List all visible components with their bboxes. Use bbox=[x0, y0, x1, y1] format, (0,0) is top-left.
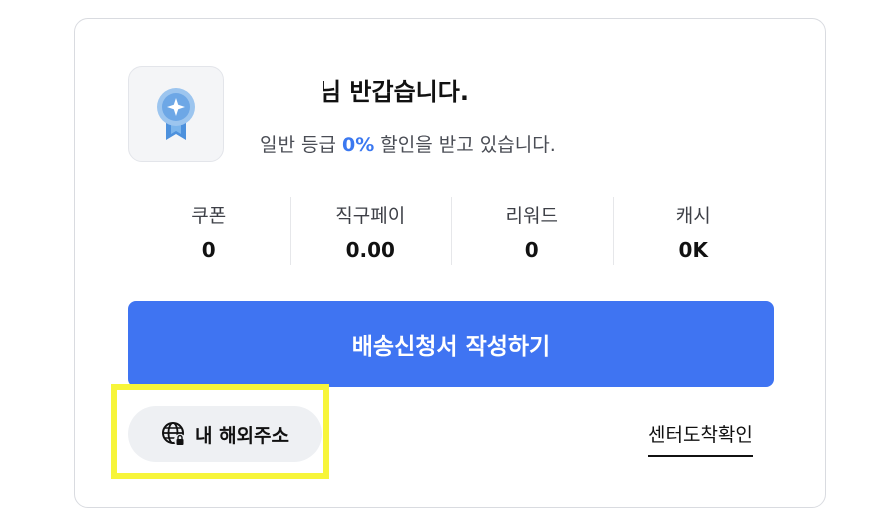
stat-label: 직구페이 bbox=[335, 204, 406, 227]
greeting-title: 님 반갑습니다. bbox=[319, 78, 469, 106]
grade-percent: 0% bbox=[342, 134, 375, 156]
grade-info: 일반 등급 0% 할인을 받고 있습니다. bbox=[260, 130, 556, 157]
stat-value: 0K bbox=[678, 237, 708, 262]
grade-badge bbox=[128, 66, 224, 162]
stat-value: 0 bbox=[524, 237, 539, 262]
create-shipping-request-button[interactable]: 배송신청서 작성하기 bbox=[128, 301, 774, 387]
stat-reward[interactable]: 리워드 0 bbox=[451, 195, 613, 267]
my-overseas-address-button[interactable]: 내 해외주소 bbox=[128, 406, 322, 462]
membership-card: 님 반갑습니다. 일반 등급 0% 할인을 받고 있습니다. 쿠폰 0 직구페이… bbox=[74, 18, 826, 508]
grade-suffix: 할인을 받고 있습니다. bbox=[374, 134, 556, 156]
stat-value: 0 bbox=[201, 237, 216, 262]
stat-pay[interactable]: 직구페이 0.00 bbox=[289, 195, 452, 267]
stat-label: 리워드 bbox=[505, 204, 558, 227]
globe-lock-icon bbox=[161, 422, 186, 446]
medal-ribbon-icon bbox=[157, 88, 195, 140]
greeting-mask bbox=[319, 75, 323, 101]
stats-row: 쿠폰 0 직구페이 0.00 리워드 0 캐시 0K bbox=[128, 195, 774, 267]
center-arrival-check-link[interactable]: 센터도착확인 bbox=[648, 420, 753, 457]
stat-coupon[interactable]: 쿠폰 0 bbox=[128, 195, 290, 267]
grade-prefix: 일반 등급 bbox=[260, 134, 342, 156]
stat-cash[interactable]: 캐시 0K bbox=[612, 195, 775, 267]
address-button-label: 내 해외주소 bbox=[194, 424, 289, 447]
stat-label: 쿠폰 bbox=[191, 204, 227, 227]
stat-label: 캐시 bbox=[675, 204, 711, 227]
stat-value: 0.00 bbox=[345, 237, 395, 262]
